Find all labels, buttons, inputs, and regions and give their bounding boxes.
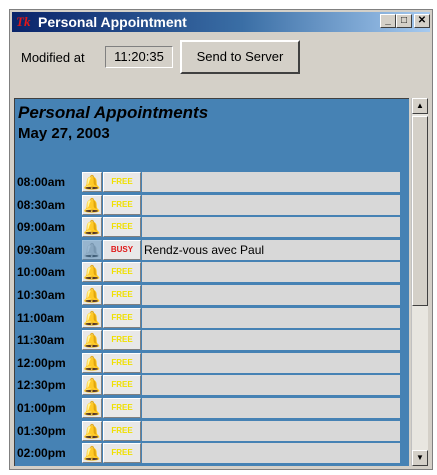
appointment-text[interactable] [142, 172, 400, 192]
appointment-text[interactable] [142, 352, 400, 373]
appointment-list: Personal Appointments May 27, 2003 08:00… [14, 98, 409, 466]
send-to-server-button[interactable]: Send to Server [180, 40, 300, 74]
close-button[interactable]: ✕ [414, 14, 430, 28]
appointment-text[interactable] [142, 398, 400, 418]
appointment-row: 08:30am 🔔 FREE [15, 194, 409, 216]
schedule-date: May 27, 2003 [18, 125, 110, 142]
status-badge[interactable]: FREE [103, 307, 141, 328]
status-badge[interactable]: FREE [103, 352, 141, 373]
bell-icon[interactable]: 🔔 [82, 285, 102, 305]
row-time: 01:30pm [17, 423, 66, 438]
appointment-row: 02:00pm 🔔 FREE [15, 442, 409, 464]
bell-icon[interactable]: 🔔 [82, 375, 102, 396]
bell-icon[interactable]: 🔔 [82, 443, 102, 464]
vertical-scrollbar[interactable]: ▲ ▼ [411, 98, 428, 466]
appointment-text[interactable] [142, 194, 400, 215]
appointment-row: 02:30pm🔔FREE [15, 465, 409, 466]
appointment-row: 01:30pm 🔔 FREE [15, 420, 409, 442]
appointment-text[interactable] [142, 375, 400, 396]
scrollbar-thumb[interactable] [412, 116, 428, 306]
appointment-row: 09:30am 🔔 BUSY Rendz-vous avec Paul [15, 239, 409, 261]
status-badge[interactable]: FREE [103, 375, 141, 396]
row-time: 12:00pm [17, 355, 66, 370]
schedule-heading: Personal Appointments [18, 103, 209, 122]
status-badge[interactable]: FREE [103, 285, 141, 305]
bell-icon[interactable]: 🔔 [82, 352, 102, 373]
bell-icon[interactable]: 🔔 [82, 398, 102, 418]
title-bar[interactable]: Tk Personal Appointment _ □ ✕ [12, 12, 430, 32]
minimize-button[interactable]: _ [380, 14, 396, 28]
appointment-row: 12:00pm 🔔 FREE [15, 352, 409, 374]
row-time: 08:30am [17, 197, 66, 212]
appointment-text[interactable] [142, 217, 400, 238]
status-badge[interactable]: FREE [103, 262, 141, 283]
status-badge[interactable]: FREE [103, 194, 141, 215]
row-time: 11:00am [17, 310, 65, 325]
appointment-row: 08:00am 🔔 FREE [15, 171, 409, 193]
appointment-row: 10:30am 🔔 FREE [15, 284, 409, 306]
status-badge[interactable]: FREE [103, 420, 141, 441]
maximize-button[interactable]: □ [396, 14, 412, 28]
appointment-row: 12:30pm 🔔 FREE [15, 374, 409, 396]
bell-icon[interactable]: 🔔 [82, 420, 102, 441]
bell-icon[interactable]: 🔔 [82, 194, 102, 215]
appointment-text[interactable] [142, 420, 400, 441]
status-badge[interactable]: FREE [103, 217, 141, 238]
status-badge[interactable]: BUSY [103, 239, 141, 260]
bell-icon[interactable]: 🔔 [82, 262, 102, 283]
window-title: Personal Appointment [38, 14, 187, 30]
appointment-text[interactable] [142, 285, 400, 305]
status-badge[interactable]: FREE [103, 172, 141, 192]
row-time: 09:00am [17, 220, 66, 235]
appointment-window: Tk Personal Appointment _ □ ✕ Modified a… [9, 9, 433, 470]
row-time: 02:00pm [17, 446, 66, 461]
row-time: 10:00am [17, 265, 66, 280]
appointment-row: 11:00am 🔔 FREE [15, 307, 409, 329]
status-badge[interactable]: FREE [103, 443, 141, 464]
appointment-row: 01:00pm 🔔 FREE [15, 397, 409, 419]
row-time: 01:00pm [17, 401, 66, 415]
appointment-text[interactable] [142, 443, 400, 464]
bell-icon[interactable]: 🔔 [82, 239, 102, 260]
status-badge[interactable]: FREE [103, 330, 141, 351]
bell-icon[interactable]: 🔔 [82, 217, 102, 238]
row-time: 11:30am [17, 333, 65, 348]
tk-app-icon: Tk [16, 14, 31, 29]
appointment-row: 11:30am 🔔 FREE [15, 329, 409, 351]
modified-label: Modified at [21, 50, 85, 65]
appointment-row: 09:00am 🔔 FREE [15, 216, 409, 238]
bell-icon[interactable]: 🔔 [82, 307, 102, 328]
bell-icon[interactable]: 🔔 [82, 172, 102, 192]
toolbar: Modified at 11:20:35 Send to Server [12, 34, 430, 76]
appointment-text[interactable] [142, 262, 400, 283]
row-time: 10:30am [17, 288, 66, 302]
arrow-up-icon[interactable]: ▲ [412, 98, 428, 114]
appointment-row: 10:00am 🔔 FREE [15, 261, 409, 283]
status-badge[interactable]: FREE [103, 398, 141, 418]
appointment-text[interactable] [142, 307, 400, 328]
modified-time: 11:20:35 [105, 46, 173, 68]
appointment-text[interactable]: Rendz-vous avec Paul [142, 239, 400, 260]
appointment-text[interactable] [142, 330, 400, 351]
row-time: 09:30am [17, 242, 66, 257]
arrow-down-icon[interactable]: ▼ [412, 450, 428, 466]
bell-icon[interactable]: 🔔 [82, 330, 102, 351]
row-time: 08:00am [17, 175, 66, 189]
row-time: 12:30pm [17, 378, 66, 393]
